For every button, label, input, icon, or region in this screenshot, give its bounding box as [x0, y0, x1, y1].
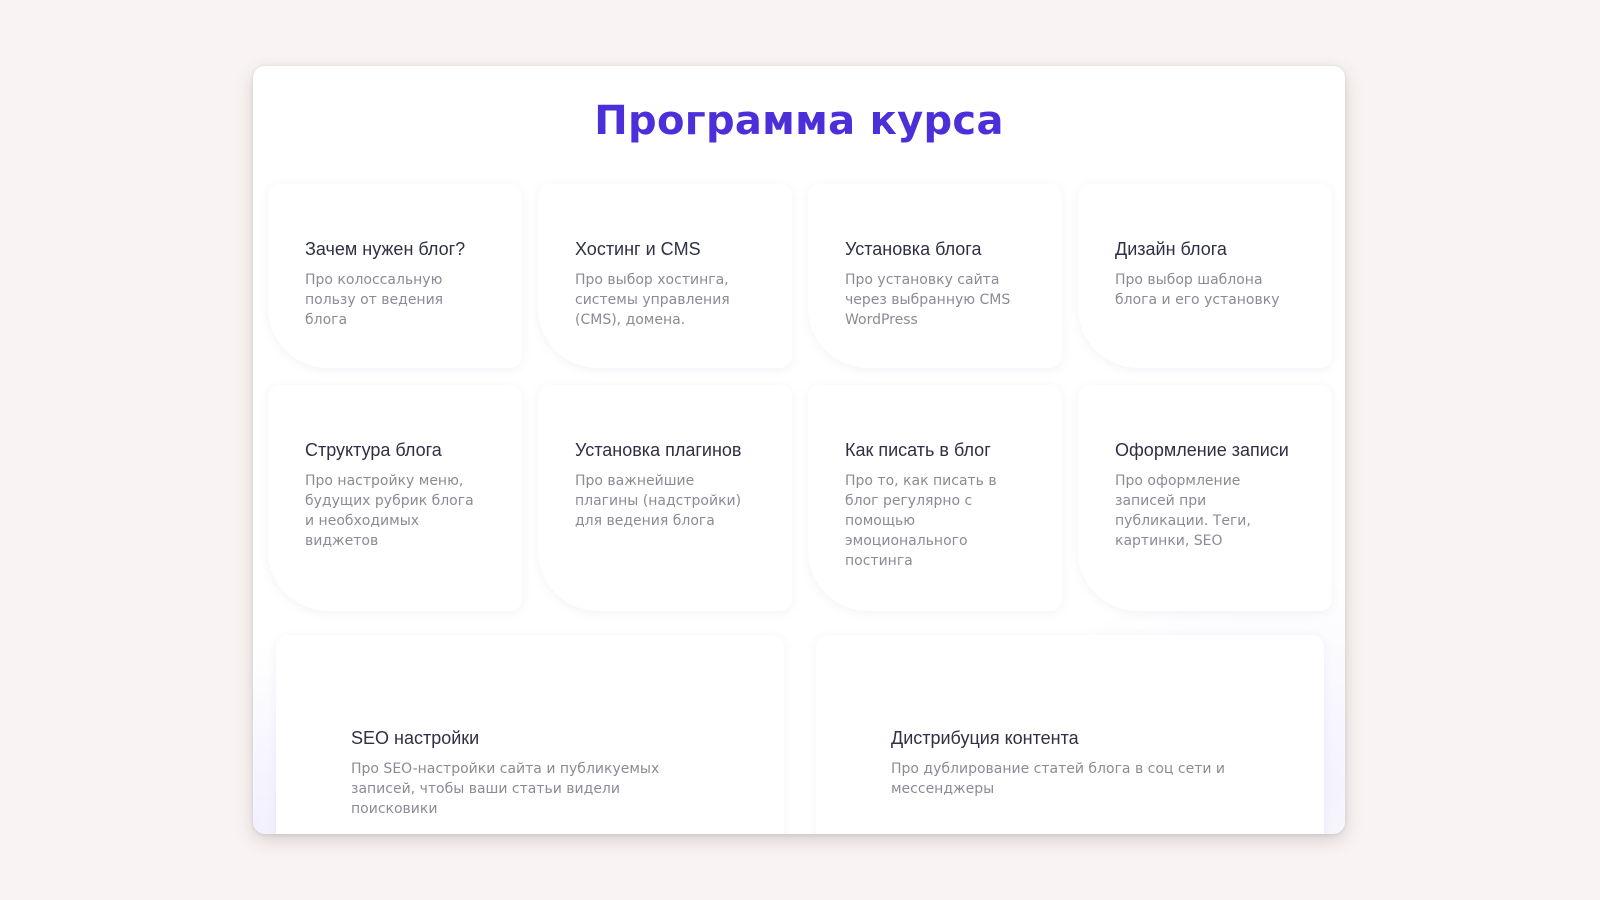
- module-card-plugins: Установка плагинов Про важнейшие плагины…: [538, 385, 792, 611]
- module-card-hosting-cms: Хостинг и CMS Про выбор хостинга, систем…: [538, 184, 792, 368]
- section-title: Программа курса: [594, 98, 1004, 144]
- module-title: Установка плагинов: [575, 440, 742, 460]
- module-title: Зачем нужен блог?: [305, 239, 466, 259]
- module-title: Хостинг и CMS: [575, 239, 701, 259]
- module-card-post-formatting: Оформление записи Про оформление записей…: [1078, 385, 1332, 611]
- module-title: Структура блога: [305, 440, 442, 460]
- module-card-blog-design: Дизайн блога Про выбор шаблона блога и е…: [1078, 184, 1332, 368]
- module-description: Про оформление записей при публикации. Т…: [1115, 473, 1251, 549]
- module-description: Про то, как писать в блог регулярно с по…: [845, 473, 997, 569]
- module-title: Дистрибуция контента: [891, 728, 1079, 748]
- module-description: Про выбор шаблона блога и его установку: [1115, 272, 1280, 308]
- module-title: Дизайн блога: [1115, 239, 1227, 259]
- module-description: Про установку сайта через выбранную CMS …: [845, 272, 1011, 328]
- module-card-seo: SEO настройки Про SEO-настройки сайта и …: [276, 635, 784, 834]
- module-card-writing: Как писать в блог Про то, как писать в б…: [808, 385, 1062, 611]
- module-card-blog-installation: Установка блога Про установку сайта чере…: [808, 184, 1062, 368]
- course-program-section: Программа курса Зачем нужен блог? Про ко…: [253, 66, 1345, 834]
- module-description: Про выбор хостинга, системы управления (…: [575, 272, 730, 328]
- module-title: Установка блога: [845, 239, 982, 259]
- module-card-blog-structure: Структура блога Про настройку меню, буду…: [268, 385, 522, 611]
- module-description: Про важнейшие плагины (надстройки) для в…: [575, 473, 742, 529]
- module-title: Как писать в блог: [845, 440, 991, 460]
- module-card-content-distribution: Дистрибуция контента Про дублирование ст…: [816, 635, 1324, 834]
- module-description: Про колоссальную пользу от ведения блога: [305, 272, 444, 328]
- module-description: Про SEO-настройки сайта и публикуемых за…: [351, 761, 660, 817]
- module-title: SEO настройки: [351, 728, 480, 748]
- module-card-blog-purpose: Зачем нужен блог? Про колоссальную польз…: [268, 184, 522, 368]
- module-description: Про дублирование статей блога в соц сети…: [891, 761, 1226, 797]
- module-description: Про настройку меню, будущих рубрик блога…: [305, 473, 474, 549]
- module-title: Оформление записи: [1115, 440, 1289, 460]
